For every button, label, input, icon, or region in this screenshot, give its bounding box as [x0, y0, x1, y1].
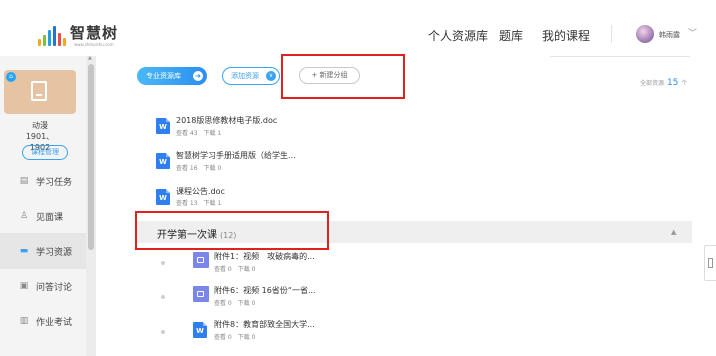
add-resource-label: 添加资源 — [231, 72, 259, 80]
pro-library-label: 专业资源库 — [146, 72, 181, 80]
sidebar-item-label: 作业考试 — [36, 317, 73, 328]
file-meta: 查看 0 下载 0 — [214, 264, 261, 273]
sidebar-item-label: 见面课 — [36, 212, 64, 223]
file-downloads: 下载 1 — [203, 130, 222, 137]
sidebar-item-label: 学习任务 — [36, 177, 73, 188]
sidebar-item-resources[interactable]: ▬ 学习资源 — [0, 233, 86, 269]
pro-library-button[interactable]: 专业资源库 ➜ — [137, 67, 207, 85]
nav-divider — [611, 25, 612, 43]
file-downloads: 下载 0 — [237, 300, 256, 307]
nav-personal-library[interactable]: 个人资源库 — [428, 27, 488, 44]
home-icon[interactable]: ⌂ — [6, 72, 16, 82]
file-views: 查看 0 — [214, 334, 232, 341]
nav-my-courses[interactable]: 我的课程 — [542, 27, 590, 44]
timeline-dot — [161, 295, 165, 299]
course-manage-button[interactable]: 课程管理 — [22, 145, 68, 160]
file-title[interactable]: 附件6：视频 16省份“一省... — [214, 285, 316, 296]
divider — [550, 56, 690, 57]
arrow-right-icon: ➜ — [193, 71, 203, 81]
file-title[interactable]: 附件8：教育部致全国大学... — [214, 319, 315, 330]
file-title[interactable]: 附件1：视频 攻破病毒的... — [214, 251, 315, 262]
timeline-dot — [161, 330, 165, 334]
file-views: 查看 43 — [176, 130, 198, 137]
file-meta: 查看 0 下载 0 — [214, 332, 261, 341]
person-icon: ♙ — [19, 211, 29, 221]
file-downloads: 下载 0 — [237, 334, 256, 341]
total-resources: 全部资源 15 个 — [640, 78, 687, 88]
file-views: 查看 13 — [176, 200, 198, 207]
user-name[interactable]: 韩雨露 — [659, 30, 680, 40]
sidebar-item-meeting[interactable]: ♙ 见面课 — [0, 198, 86, 234]
file-title[interactable]: 智慧树学习手册适用版（给学生... — [176, 150, 296, 161]
highlight-box-section — [135, 211, 329, 250]
task-icon: ▤ — [19, 176, 29, 186]
sidebar-item-exam[interactable]: ▥ 作业考试 — [0, 303, 86, 339]
file-meta: 查看 13 下载 1 — [176, 198, 227, 207]
file-views: 查看 16 — [176, 165, 198, 172]
sidebar-scroll-thumb[interactable] — [88, 64, 94, 250]
video-file-icon — [193, 252, 209, 268]
qa-icon: ▣ — [19, 281, 29, 291]
file-downloads: 下载 0 — [203, 165, 222, 172]
book-icon — [31, 81, 47, 101]
nav-question-bank[interactable]: 题库 — [499, 27, 523, 44]
logo-bars-icon — [38, 26, 66, 46]
word-file-icon: W — [156, 189, 170, 205]
sidebar-item-tasks[interactable]: ▤ 学习任务 — [0, 163, 86, 199]
sidebar-item-qa[interactable]: ▣ 问答讨论 — [0, 268, 86, 304]
exam-icon: ▥ — [19, 316, 29, 326]
sidebar-item-label: 问答讨论 — [36, 282, 73, 293]
file-downloads: 下载 0 — [237, 266, 256, 273]
file-views: 查看 0 — [214, 266, 232, 273]
total-label: 全部资源 — [640, 80, 665, 87]
file-meta: 查看 43 下载 1 — [176, 128, 227, 137]
highlight-box-new-group — [281, 54, 405, 99]
total-count: 15 — [666, 78, 679, 88]
video-file-icon — [193, 286, 209, 302]
floating-tab-icon[interactable] — [704, 245, 716, 281]
word-file-icon: W — [193, 322, 207, 338]
word-file-icon: W — [156, 153, 170, 169]
file-meta: 查看 0 下载 0 — [214, 298, 261, 307]
avatar[interactable] — [636, 25, 654, 43]
total-unit: 个 — [681, 80, 688, 87]
logo-text: 智慧树 — [70, 24, 119, 42]
file-title[interactable]: 2018版思修教材电子版.doc — [176, 115, 277, 126]
chevron-down-icon: ∨ — [266, 71, 276, 81]
file-title[interactable]: 课程公告.doc — [176, 186, 225, 197]
scroll-up-icon[interactable]: ▲ — [88, 55, 92, 61]
timeline-dot — [161, 261, 165, 265]
course-cover[interactable]: ⌂ — [4, 70, 76, 114]
word-file-icon: W — [156, 118, 170, 134]
add-resource-button[interactable]: 添加资源 ∨ — [222, 67, 280, 85]
sidebar-item-label: 学习资源 — [36, 247, 73, 258]
logo-subtext: www.zhihuishu.com — [74, 42, 114, 47]
chevron-down-icon[interactable]: ﹀ — [688, 26, 697, 39]
collapse-icon[interactable]: ▲ — [671, 228, 676, 236]
file-downloads: 下载 1 — [203, 200, 222, 207]
file-meta: 查看 16 下载 0 — [176, 163, 227, 172]
resource-icon: ▬ — [19, 246, 29, 256]
file-views: 查看 0 — [214, 300, 232, 307]
